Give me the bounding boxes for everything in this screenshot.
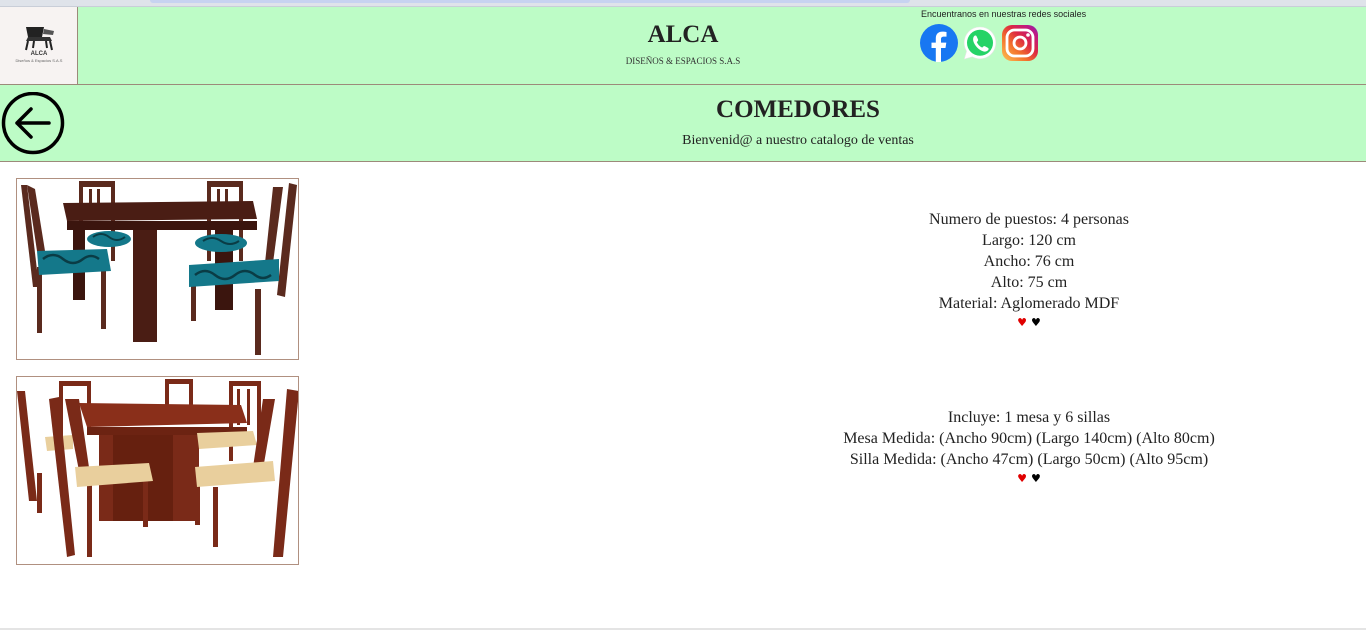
logo-tagline: Diseños & Espacios S.A.S [15,58,63,63]
spec-line: Mesa Medida: (Ancho 90cm) (Largo 140cm) … [843,430,1215,447]
spec-line: Ancho: 76 cm [983,253,1075,270]
heart-black-icon[interactable]: ♥ [1031,317,1041,328]
whatsapp-icon[interactable] [961,24,999,62]
instagram-icon[interactable] [1001,24,1039,62]
logo[interactable]: ALCA Diseños & Espacios S.A.S [0,7,78,84]
logo-name: ALCA [30,51,48,57]
browser-tab-hint [150,0,910,3]
section-subtitle: Bienvenid@ a nuestro catalogo de ventas [682,133,914,148]
spec-line: Alto: 75 cm [990,274,1068,291]
spec-line: Largo: 120 cm [982,232,1076,249]
back-button[interactable] [1,91,65,156]
section-header: COMEDORES Bienvenid@ a nuestro catalogo … [0,85,1366,162]
heart-red-icon[interactable]: ♥ [1017,473,1027,484]
spec-line: Incluye: 1 mesa y 6 sillas [947,409,1111,426]
heart-red-icon[interactable]: ♥ [1017,317,1027,328]
rating-hearts: ♥ ♥ [698,473,1360,487]
arrow-left-icon [1,91,65,155]
product-image-table-4-chairs[interactable] [16,178,299,360]
product-description-1: Numero de puestos: 4 personas Largo: 120… [698,209,1360,331]
spec-line: Material: Aglomerado MDF [938,295,1120,312]
site-header: ALCA Diseños & Espacios S.A.S ALCA DISEÑ… [0,7,1366,85]
brand-title: ALCA [647,21,719,48]
facebook-icon[interactable] [920,24,958,62]
product-description-2: Incluye: 1 mesa y 6 sillas Mesa Medida: … [698,407,1360,487]
brand-subtitle: DISEÑOS & ESPACIOS S.A.S [625,56,741,66]
section-title: COMEDORES [716,96,880,123]
product-image-table-6-chairs[interactable] [16,376,299,565]
heart-black-icon[interactable]: ♥ [1031,473,1041,484]
spec-line: Silla Medida: (Ancho 47cm) (Largo 50cm) … [849,451,1209,468]
browser-top-strip [0,0,1366,7]
rating-hearts: ♥ ♥ [698,317,1360,331]
social-caption: Encuentranos en nuestras redes sociales [921,9,1087,19]
spec-line: Numero de puestos: 4 personas [929,211,1129,228]
chair-logo-icon [25,27,54,51]
